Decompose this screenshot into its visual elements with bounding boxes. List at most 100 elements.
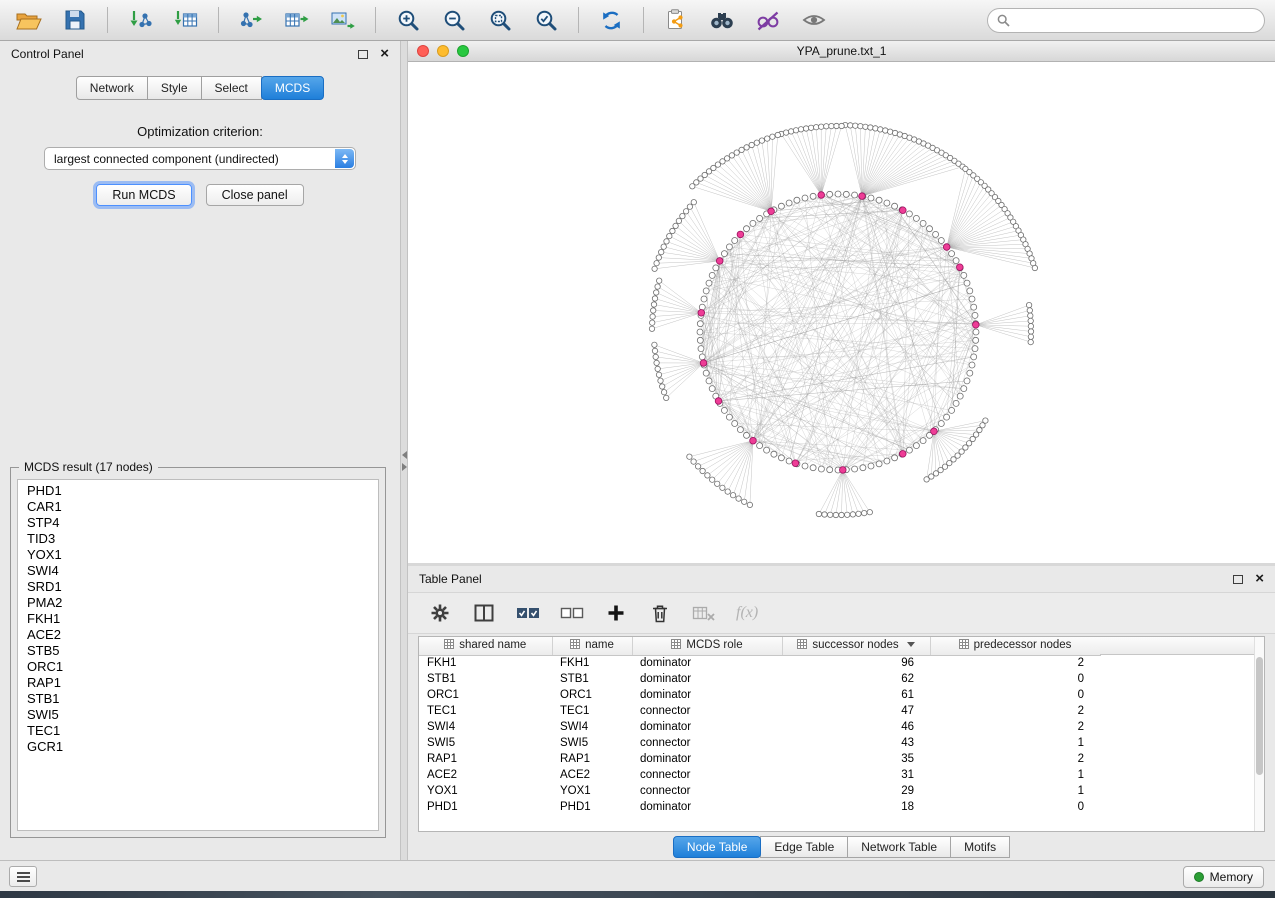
zoom-fit-button[interactable]	[481, 4, 519, 36]
toggle-columns-button[interactable]	[472, 601, 496, 625]
mcds-result-item[interactable]: CAR1	[27, 499, 378, 515]
table-row[interactable]: FKH1FKH1dominator962	[419, 655, 1100, 671]
table-cell-shared-name[interactable]: RAP1	[419, 751, 552, 767]
table-cell-mcds-role[interactable]: connector	[632, 703, 782, 719]
tab-motifs[interactable]: Motifs	[950, 836, 1010, 858]
table-row[interactable]: YOX1YOX1connector291	[419, 783, 1100, 799]
table-cell-name[interactable]: SWI4	[552, 719, 632, 735]
column-header-predecessor-nodes[interactable]: predecessor nodes	[930, 637, 1100, 655]
table-cell-successor-nodes[interactable]: 47	[782, 703, 930, 719]
network-titlebar[interactable]: YPA_prune.txt_1	[408, 41, 1275, 62]
close-panel-icon[interactable]: ×	[380, 49, 389, 59]
mcds-result-list[interactable]: PHD1CAR1STP4TID3YOX1SWI4SRD1PMA2FKH1ACE2…	[17, 479, 379, 831]
table-row[interactable]: SWI4SWI4dominator462	[419, 719, 1100, 735]
table-cell-shared-name[interactable]: TEC1	[419, 703, 552, 719]
table-settings-button[interactable]	[428, 601, 452, 625]
table-cell-name[interactable]: YOX1	[552, 783, 632, 799]
table-cell-successor-nodes[interactable]: 61	[782, 687, 930, 703]
table-cell-name[interactable]: ORC1	[552, 687, 632, 703]
table-cell-shared-name[interactable]: SWI4	[419, 719, 552, 735]
tab-mcds[interactable]: MCDS	[261, 76, 324, 100]
mcds-result-item[interactable]: PMA2	[27, 595, 378, 611]
table-cell-predecessor-nodes[interactable]: 1	[930, 767, 1100, 783]
maximize-window-icon[interactable]	[457, 45, 469, 57]
table-cell-predecessor-nodes[interactable]: 0	[930, 799, 1100, 815]
select-all-button[interactable]	[516, 601, 540, 625]
close-table-panel-icon[interactable]: ×	[1255, 574, 1264, 584]
search-box[interactable]	[987, 8, 1265, 33]
table-cell-shared-name[interactable]: ORC1	[419, 687, 552, 703]
table-cell-shared-name[interactable]: ACE2	[419, 767, 552, 783]
mcds-result-item[interactable]: SRD1	[27, 579, 378, 595]
mcds-result-item[interactable]: TID3	[27, 531, 378, 547]
deselect-all-button[interactable]	[560, 601, 584, 625]
table-cell-shared-name[interactable]: FKH1	[419, 655, 552, 671]
mcds-result-item[interactable]: SWI5	[27, 707, 378, 723]
memory-button[interactable]: Memory	[1183, 866, 1264, 888]
table-cell-name[interactable]: ACE2	[552, 767, 632, 783]
table-cell-mcds-role[interactable]: connector	[632, 735, 782, 751]
table-cell-successor-nodes[interactable]: 43	[782, 735, 930, 751]
table-cell-name[interactable]: PHD1	[552, 799, 632, 815]
search-input[interactable]	[1016, 12, 1255, 28]
run-mcds-button[interactable]: Run MCDS	[96, 184, 191, 206]
tab-select[interactable]: Select	[201, 76, 262, 100]
zoom-in-button[interactable]	[389, 4, 427, 36]
table-cell-successor-nodes[interactable]: 29	[782, 783, 930, 799]
table-cell-shared-name[interactable]: YOX1	[419, 783, 552, 799]
splitter-handle-icon[interactable]	[401, 449, 407, 475]
table-cell-name[interactable]: RAP1	[552, 751, 632, 767]
table-row[interactable]: ORC1ORC1dominator610	[419, 687, 1100, 703]
table-cell-successor-nodes[interactable]: 96	[782, 655, 930, 671]
criterion-select[interactable]: largest connected component (undirected)	[44, 147, 356, 170]
import-network-button[interactable]	[121, 4, 159, 36]
mcds-result-item[interactable]: YOX1	[27, 547, 378, 563]
table-cell-mcds-role[interactable]: dominator	[632, 655, 782, 671]
copy-share-button[interactable]	[657, 4, 695, 36]
column-header-successor-nodes[interactable]: successor nodes	[782, 637, 930, 655]
refresh-layout-button[interactable]	[592, 4, 630, 36]
mcds-result-item[interactable]: RAP1	[27, 675, 378, 691]
column-header-mcds-role[interactable]: MCDS role	[632, 637, 782, 655]
mcds-result-item[interactable]: STB5	[27, 643, 378, 659]
table-cell-mcds-role[interactable]: dominator	[632, 719, 782, 735]
mcds-result-item[interactable]: FKH1	[27, 611, 378, 627]
table-cell-name[interactable]: STB1	[552, 671, 632, 687]
scrollbar-thumb[interactable]	[1256, 657, 1263, 775]
table-cell-successor-nodes[interactable]: 62	[782, 671, 930, 687]
table-cell-predecessor-nodes[interactable]: 2	[930, 719, 1100, 735]
float-table-panel-icon[interactable]	[1233, 575, 1243, 584]
table-cell-mcds-role[interactable]: connector	[632, 767, 782, 783]
table-row[interactable]: RAP1RAP1dominator352	[419, 751, 1100, 767]
minimize-window-icon[interactable]	[437, 45, 449, 57]
table-cell-name[interactable]: TEC1	[552, 703, 632, 719]
table-row[interactable]: STB1STB1dominator620	[419, 671, 1100, 687]
column-header-shared-name[interactable]: shared name	[419, 637, 552, 655]
add-row-button[interactable]	[604, 601, 628, 625]
find-button[interactable]	[703, 4, 741, 36]
float-panel-icon[interactable]	[358, 50, 368, 59]
vertical-splitter[interactable]	[400, 41, 408, 860]
export-table-button[interactable]	[278, 4, 316, 36]
table-cell-shared-name[interactable]: SWI5	[419, 735, 552, 751]
save-session-button[interactable]	[56, 4, 94, 36]
table-cell-mcds-role[interactable]: dominator	[632, 687, 782, 703]
mcds-result-item[interactable]: ORC1	[27, 659, 378, 675]
table-scrollbar[interactable]	[1254, 637, 1264, 831]
tab-network-table[interactable]: Network Table	[847, 836, 951, 858]
table-cell-successor-nodes[interactable]: 18	[782, 799, 930, 815]
mcds-result-item[interactable]: STP4	[27, 515, 378, 531]
table-cell-predecessor-nodes[interactable]: 2	[930, 751, 1100, 767]
function-builder-button[interactable]: f(x)	[736, 604, 758, 622]
table-cell-name[interactable]: FKH1	[552, 655, 632, 671]
delete-column-button[interactable]	[692, 601, 716, 625]
table-cell-mcds-role[interactable]: dominator	[632, 751, 782, 767]
table-row[interactable]: TEC1TEC1connector472	[419, 703, 1100, 719]
export-network-button[interactable]	[232, 4, 270, 36]
mcds-result-item[interactable]: ACE2	[27, 627, 378, 643]
table-cell-predecessor-nodes[interactable]: 0	[930, 687, 1100, 703]
import-table-button[interactable]	[167, 4, 205, 36]
tab-network[interactable]: Network	[76, 76, 148, 100]
export-image-button[interactable]	[324, 4, 362, 36]
table-cell-mcds-role[interactable]: dominator	[632, 799, 782, 815]
